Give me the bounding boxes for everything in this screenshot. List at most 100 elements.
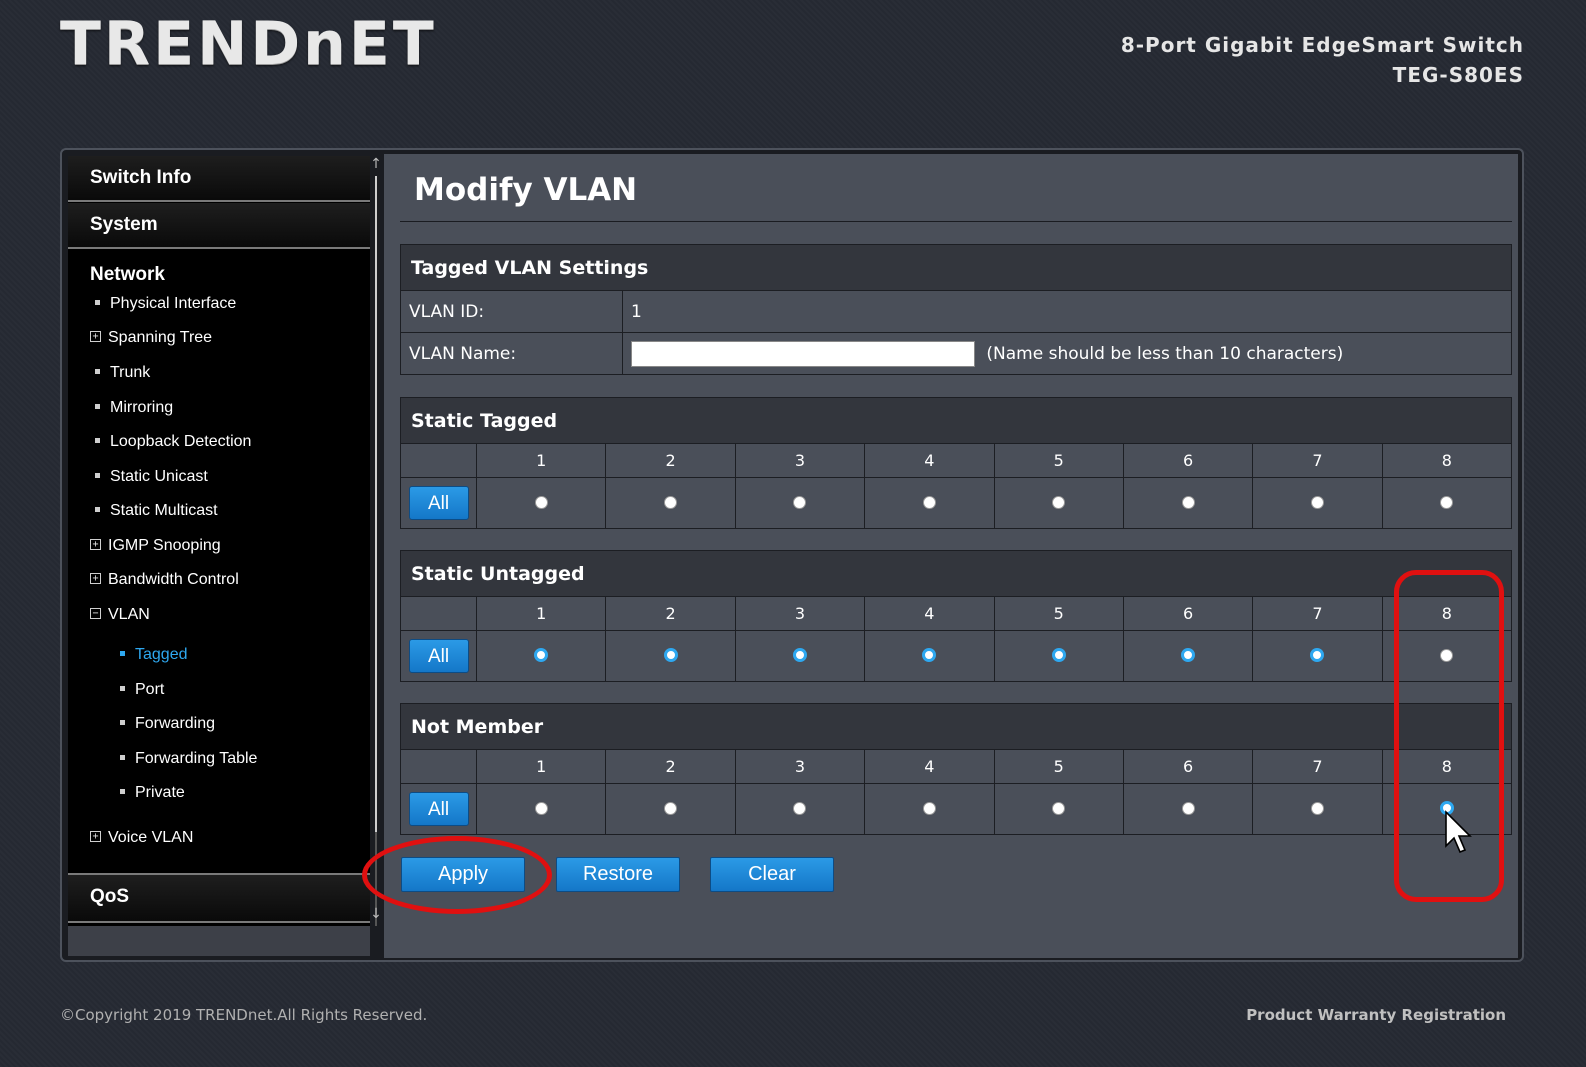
all-cell: All <box>400 630 477 682</box>
expand-plus-icon[interactable]: + <box>90 330 101 342</box>
static-tagged-port-6-radio[interactable] <box>1181 495 1195 509</box>
vlan-name-input[interactable] <box>631 340 975 367</box>
port-number-6: 6 <box>1122 443 1254 478</box>
sidebar-network[interactable]: Network <box>90 264 165 286</box>
expand-plus-icon[interactable]: + <box>90 538 101 550</box>
sidebar-item-label: Bandwidth Control <box>108 571 239 588</box>
static-tagged-port-5-radio[interactable] <box>1052 495 1066 509</box>
bullet-icon <box>95 506 100 512</box>
static-tagged-port-2-radio[interactable] <box>664 495 678 509</box>
sidebar-item-label: VLAN <box>108 606 150 623</box>
content-panel: Modify VLAN Tagged VLAN Settings VLAN ID… <box>384 154 1518 958</box>
scroll-down-arrow-icon[interactable]: ↓ <box>369 906 383 922</box>
title-divider <box>400 221 1512 222</box>
port-number-6: 6 <box>1122 749 1254 784</box>
static-untagged-all-button[interactable]: All <box>408 639 469 673</box>
sidebar-qos[interactable]: QoS <box>68 873 370 923</box>
not-member-port-2-radio[interactable] <box>664 801 678 815</box>
sidebar-item-spanning-tree[interactable]: + Spanning Tree <box>90 327 212 349</box>
radio-cell <box>475 477 607 529</box>
bullet-icon <box>95 472 100 478</box>
sidebar-item-trunk[interactable]: Trunk <box>90 362 150 384</box>
static-tagged-port-1-radio[interactable] <box>534 495 548 509</box>
not-member-port-6-radio[interactable] <box>1181 801 1195 815</box>
vlan-id-label: VLAN ID: <box>400 290 623 333</box>
sidebar-item-vlan[interactable]: − VLAN <box>90 604 150 626</box>
sidebar-subitem-forwarding[interactable]: Forwarding <box>115 713 215 735</box>
not-member-port-1-radio[interactable] <box>534 801 548 815</box>
radio-cell <box>1381 630 1513 682</box>
not-member-port-3-radio[interactable] <box>793 801 807 815</box>
sidebar-item-static-multicast[interactable]: Static Multicast <box>90 500 218 522</box>
sidebar-item-mirroring[interactable]: Mirroring <box>90 397 173 419</box>
sidebar-item-static-unicast[interactable]: Static Unicast <box>90 466 208 488</box>
radio-cell <box>1252 477 1383 529</box>
tagged-vlan-settings-table: Tagged VLAN Settings VLAN ID: 1 VLAN Nam… <box>400 244 1512 375</box>
static-untagged-header: Static Untagged <box>400 550 1512 597</box>
sidebar-item-physical-interface[interactable]: Physical Interface <box>90 293 236 315</box>
sidebar-item-label: Static Unicast <box>110 468 208 485</box>
radio-cell <box>734 477 866 529</box>
sidebar-subitem-label: Port <box>135 681 165 698</box>
sidebar-switch-info[interactable]: Switch Info <box>68 156 370 202</box>
radio-cell <box>1122 630 1254 682</box>
expand-plus-icon[interactable]: + <box>90 830 101 842</box>
static-untagged-port-5-radio[interactable] <box>1051 647 1066 662</box>
sidebar-item-igmp-snooping[interactable]: + IGMP Snooping <box>90 535 221 557</box>
port-number-2: 2 <box>605 749 736 784</box>
sidebar-scrollbar[interactable]: ↑ ↓ <box>369 154 383 958</box>
scroll-up-arrow-icon[interactable]: ↑ <box>369 156 383 172</box>
clear-button[interactable]: Clear <box>710 857 834 892</box>
not-member-port-4-radio[interactable] <box>922 801 936 815</box>
static-untagged-port-8-radio[interactable] <box>1440 648 1454 662</box>
static-untagged-table: Static Untagged 1 2 3 4 5 6 7 8 All <box>400 550 1513 682</box>
sidebar-item-voice-vlan[interactable]: + Voice VLAN <box>90 827 193 849</box>
port-number-4: 4 <box>864 596 995 631</box>
sidebar-system[interactable]: System <box>68 203 370 249</box>
not-member-table: Not Member 1 2 3 4 5 6 7 8 All <box>400 703 1513 835</box>
apply-button[interactable]: Apply <box>401 857 525 892</box>
port-number-5: 5 <box>993 596 1124 631</box>
page-title: Modify VLAN <box>414 172 638 208</box>
static-tagged-port-7-radio[interactable] <box>1310 495 1324 509</box>
copyright-text: ©Copyright 2019 TRENDnet.All Rights Rese… <box>60 1006 428 1024</box>
not-member-all-button[interactable]: All <box>408 792 469 826</box>
sidebar-item-bandwidth-control[interactable]: + Bandwidth Control <box>90 569 239 591</box>
sidebar-subitem-forwarding-table[interactable]: Forwarding Table <box>115 748 257 770</box>
sidebar-subitem-private[interactable]: Private <box>115 782 185 804</box>
static-untagged-port-7-radio[interactable] <box>1310 647 1325 662</box>
product-warranty-link[interactable]: Product Warranty Registration <box>1246 1006 1506 1024</box>
static-untagged-port-4-radio[interactable] <box>922 647 937 662</box>
not-member-port-5-radio[interactable] <box>1052 801 1066 815</box>
static-tagged-port-3-radio[interactable] <box>793 495 807 509</box>
all-cell: All <box>400 477 477 529</box>
port-header-blank <box>400 596 477 631</box>
sidebar-subitem-port[interactable]: Port <box>115 679 164 701</box>
port-number-8: 8 <box>1381 596 1513 631</box>
port-number-3: 3 <box>734 749 866 784</box>
not-member-port-7-radio[interactable] <box>1310 801 1324 815</box>
port-number-5: 5 <box>993 443 1124 478</box>
static-untagged-port-6-radio[interactable] <box>1181 647 1196 662</box>
port-header-blank <box>400 749 477 784</box>
scrollbar-thumb[interactable] <box>375 176 377 832</box>
static-untagged-port-2-radio[interactable] <box>663 647 678 662</box>
bullet-icon <box>120 788 125 794</box>
expand-plus-icon[interactable]: + <box>90 572 101 584</box>
radio-cell <box>864 630 995 682</box>
port-number-7: 7 <box>1252 749 1383 784</box>
static-tagged-port-8-radio[interactable] <box>1440 495 1454 509</box>
radio-cell <box>864 783 995 835</box>
static-untagged-port-3-radio[interactable] <box>792 647 807 662</box>
bullet-icon <box>120 650 125 656</box>
static-tagged-all-button[interactable]: All <box>408 486 469 520</box>
sidebar-item-loopback-detection[interactable]: Loopback Detection <box>90 431 251 453</box>
static-tagged-port-4-radio[interactable] <box>922 495 936 509</box>
sidebar-subitem-tagged[interactable]: Tagged <box>115 644 188 666</box>
restore-button[interactable]: Restore <box>556 857 680 892</box>
collapse-minus-icon[interactable]: − <box>90 607 101 619</box>
vlan-name-hint: (Name should be less than 10 characters) <box>986 343 1344 364</box>
static-untagged-port-1-radio[interactable] <box>534 647 549 662</box>
vlan-name-cell: (Name should be less than 10 characters) <box>622 332 1512 375</box>
sidebar-item-label: Mirroring <box>110 399 174 416</box>
